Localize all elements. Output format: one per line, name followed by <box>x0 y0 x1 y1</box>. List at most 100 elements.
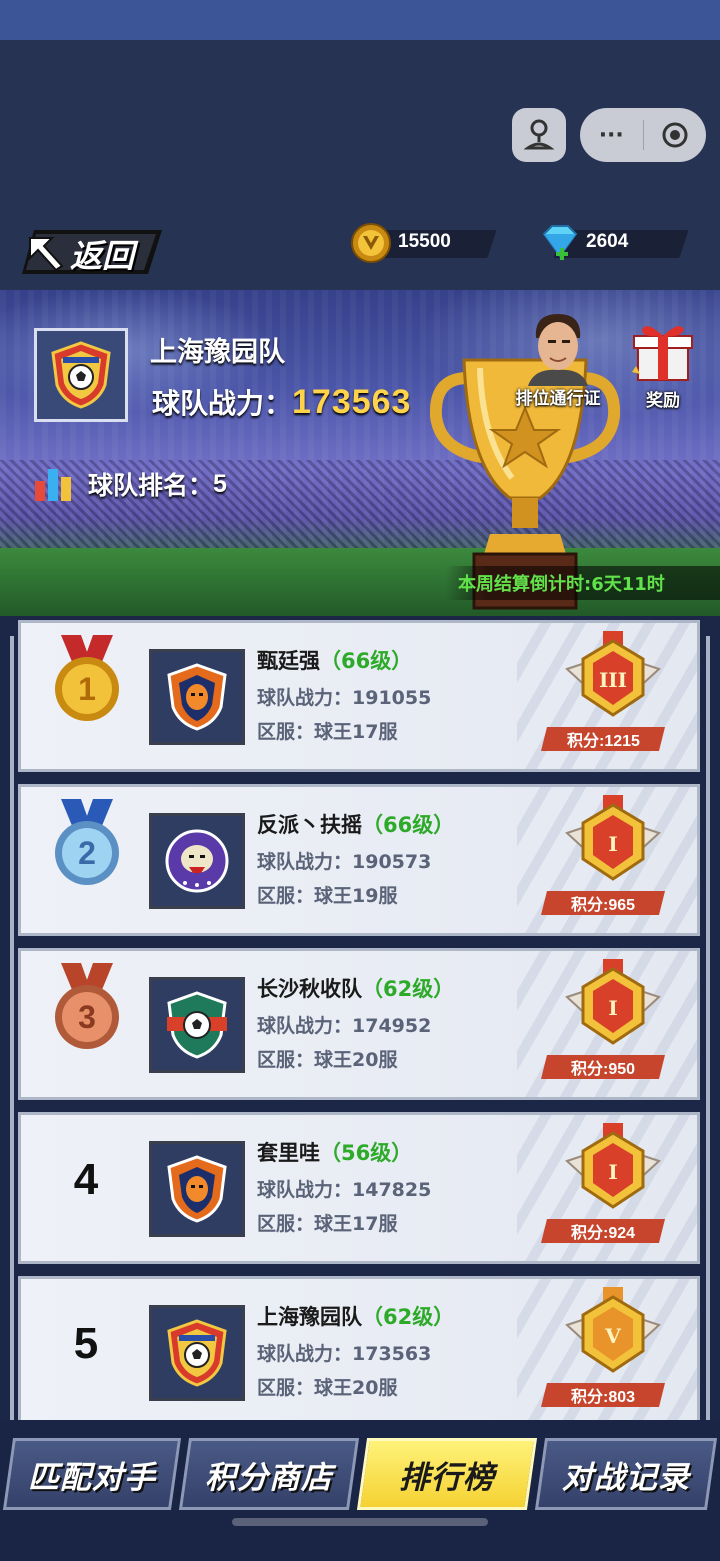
rank-medal-icon: 2 <box>55 799 119 885</box>
bulldog-crest-icon <box>165 829 229 893</box>
player-level: （66级） <box>320 649 413 673</box>
rank-number: 4 <box>73 1155 99 1204</box>
back-button[interactable]: 返回 <box>16 226 164 276</box>
ranking-pass-label: 排位通行证 <box>515 389 601 409</box>
reward-button[interactable]: 奖励 <box>622 320 704 411</box>
score-tag: 积分:1215 <box>541 727 665 751</box>
team-rank: 球队排名： 5 <box>34 466 227 502</box>
bar-chart-icon <box>35 469 71 501</box>
rank-medal-icon: 1 <box>55 635 119 721</box>
server-info: 区服：球王17服 <box>257 721 398 743</box>
rank-medal-icon: 3 <box>55 963 119 1049</box>
ball-crest-icon <box>51 341 111 409</box>
player-name-text: 甄廷强 <box>257 649 320 673</box>
bottom-tab-bar: 匹配对手 积分商店 排行榜 对战记录 <box>0 1420 720 1561</box>
more-icon: ··· <box>598 122 624 148</box>
rank-tier-badge-icon: I <box>565 1123 661 1209</box>
gold-currency: 15500 <box>350 222 500 263</box>
ranking-row[interactable]: 3 长沙秋收队（62级） 球队战力：174952 区服：球王20服 I 积分:950 <box>18 948 700 1100</box>
player-name-text: 反派丶扶摇 <box>257 813 362 837</box>
team-logo[interactable] <box>149 813 245 909</box>
ranking-row[interactable]: 2 反派丶扶摇（66级） 球队战力：190573 区服：球王19服 I 积分:965 <box>18 784 700 936</box>
rank-medal-number: 2 <box>78 835 96 871</box>
score-text: 积分:803 <box>570 1389 636 1406</box>
player-level: （62级） <box>362 977 455 1001</box>
team-rank-label: 球队排名： <box>88 471 214 500</box>
gift-box-icon <box>632 326 693 381</box>
player-level: （66级） <box>362 813 455 837</box>
ranking-pass-button[interactable]: 排位通行证 <box>503 308 613 409</box>
team-power: 球队战力：173563 <box>257 1343 432 1365</box>
team-logo[interactable] <box>149 1141 245 1237</box>
rank-tier-badge-icon: I <box>565 959 661 1045</box>
player-name: 甄廷强（66级） <box>257 645 412 675</box>
diamond-icon <box>542 225 578 260</box>
more-menu-button[interactable]: ··· <box>580 108 643 162</box>
player-name: 套里哇（56级） <box>257 1137 412 1167</box>
server-info: 区服：球王17服 <box>257 1213 398 1235</box>
countdown-text: 本周结算倒计时:6天11时 <box>458 574 665 595</box>
team-logo[interactable] <box>149 649 245 745</box>
score-tag: 积分:924 <box>541 1219 665 1243</box>
rank-number: 5 <box>73 1319 99 1368</box>
rank-tier-text: I <box>608 996 617 1020</box>
score-text: 积分:965 <box>570 897 636 914</box>
score-tag: 积分:965 <box>541 891 665 915</box>
rank-tier-text: I <box>608 832 617 856</box>
team-logo[interactable] <box>149 1305 245 1401</box>
rank-tier-badge-icon: V <box>565 1287 661 1373</box>
team-name: 上海豫园队 <box>150 337 285 368</box>
tab-battle-records[interactable]: 对战记录 <box>534 1438 718 1510</box>
team-power: 球队战力：174952 <box>257 1015 432 1037</box>
ranking-list[interactable]: 1 甄廷强（66级） 球队战力：191055 区服：球王17服 III 积分:1215 2 反… <box>0 616 720 1420</box>
gold-coin-icon <box>351 223 391 263</box>
player-avatar-icon <box>528 314 588 386</box>
team-power: 球队战力：191055 <box>257 687 432 709</box>
team-logo[interactable] <box>34 328 128 422</box>
score-text: 积分:950 <box>570 1061 636 1078</box>
ball-crest-icon <box>167 1319 227 1387</box>
team-power-value: 173563 <box>292 383 412 421</box>
game-center-button[interactable] <box>512 108 566 162</box>
rank-medal-number: 1 <box>78 671 96 707</box>
server-info: 区服：球王20服 <box>257 1377 398 1399</box>
rank-tier-text: V <box>604 1324 621 1348</box>
rank-tier-text: I <box>608 1160 617 1184</box>
player-name: 反派丶扶摇（66级） <box>257 809 454 839</box>
mini-program-capsule: ··· <box>580 108 706 162</box>
tiger-crest-icon <box>167 663 227 731</box>
score-text: 积分:1215 <box>566 733 640 750</box>
tab-points-shop[interactable]: 积分商店 <box>178 1438 360 1510</box>
rank-tier-badge-icon: III <box>565 631 661 717</box>
team-power: 球队战力：147825 <box>257 1179 432 1201</box>
player-level: （56级） <box>320 1141 413 1165</box>
server-info: 区服：球王20服 <box>257 1049 398 1071</box>
tiger-crest-icon <box>167 1155 227 1223</box>
ball-shield-crest-icon <box>167 991 227 1059</box>
tab-leaderboard[interactable]: 排行榜 <box>356 1438 538 1510</box>
home-indicator <box>232 1518 488 1526</box>
team-power: 球队战力：190573 <box>257 851 432 873</box>
score-tag: 积分:950 <box>541 1055 665 1079</box>
player-name: 上海豫园队（62级） <box>257 1301 454 1331</box>
team-rank-value: 5 <box>213 469 227 498</box>
ranking-row[interactable]: 4 套里哇（56级） 球队战力：147825 区服：球王17服 I 积分:924 <box>18 1112 700 1264</box>
player-name-text: 长沙秋收队 <box>257 977 362 1001</box>
team-logo[interactable] <box>149 977 245 1073</box>
server-info: 区服：球王19服 <box>257 885 398 907</box>
score-tag: 积分:803 <box>541 1383 665 1407</box>
team-power: 球队战力：173563 <box>152 382 411 422</box>
diamond-amount: 2604 <box>586 231 629 252</box>
player-name-text: 上海豫园队 <box>257 1305 362 1329</box>
team-banner: 上海豫园队 球队战力：173563 球队排名： 5 排位通行证 奖励 本周结算倒… <box>0 290 720 616</box>
ranking-row[interactable]: 1 甄廷强（66级） 球队战力：191055 区服：球王17服 III 积分:1215 <box>18 620 700 772</box>
close-mini-program-button[interactable] <box>643 108 706 162</box>
ranking-row[interactable]: 5 上海豫园队（62级） 球队战力：173563 区服：球王20服 V 积分:803 <box>18 1276 700 1420</box>
diamond-currency[interactable]: 2604 <box>536 222 689 262</box>
rank-medal-number: 3 <box>78 999 96 1035</box>
back-label: 返回 <box>70 237 135 275</box>
tab-match-opponent[interactable]: 匹配对手 <box>2 1438 182 1510</box>
player-name-text: 套里哇 <box>257 1141 320 1165</box>
settlement-countdown: 本周结算倒计时:6天11时 <box>446 566 720 600</box>
rank-tier-text: III <box>599 668 627 692</box>
